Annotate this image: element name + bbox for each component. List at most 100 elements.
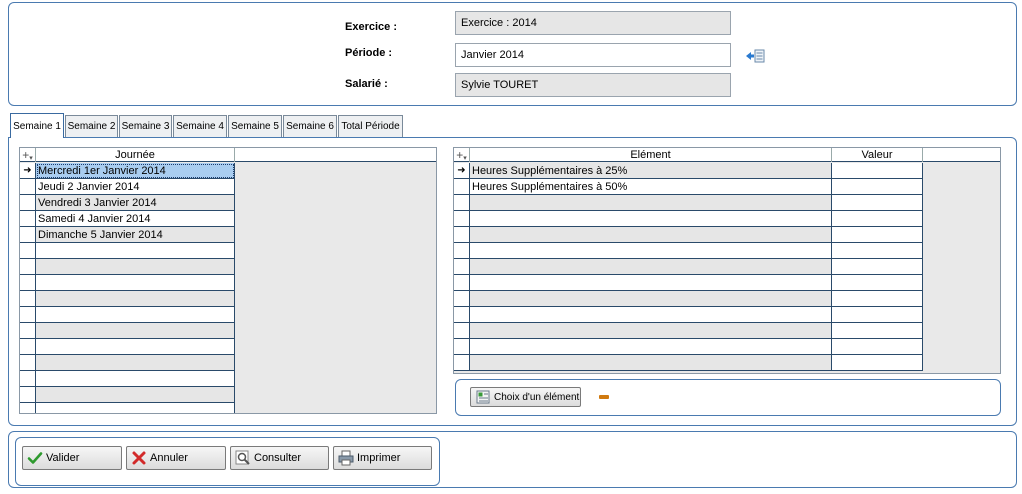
row-selector[interactable] [20, 275, 36, 291]
row-selector[interactable] [20, 387, 36, 403]
day-cell[interactable] [36, 355, 235, 371]
elements-grid[interactable]: + ▾ Elément Valeur ➜ Heures Supplémentaire… [453, 147, 1001, 374]
element-row[interactable] [454, 307, 923, 323]
tab-semaine-2[interactable]: Semaine 2 [65, 115, 118, 137]
row-selector[interactable] [20, 195, 36, 211]
row-selector[interactable] [20, 243, 36, 259]
element-row[interactable]: ➜ Heures Supplémentaires à 25% [454, 163, 923, 179]
day-row[interactable] [20, 339, 235, 355]
element-cell[interactable] [470, 211, 832, 227]
grid-options-icon[interactable]: + ▾ [454, 148, 470, 162]
day-cell[interactable]: Mercredi 1er Janvier 2014 [36, 163, 235, 179]
day-cell[interactable] [36, 339, 235, 355]
row-selector[interactable] [454, 339, 470, 355]
column-header-element[interactable]: Elément [470, 148, 832, 162]
element-cell[interactable] [470, 243, 832, 259]
row-selector[interactable] [20, 291, 36, 307]
day-cell[interactable] [36, 387, 235, 403]
valeur-cell[interactable] [832, 275, 923, 291]
valeur-cell[interactable] [832, 339, 923, 355]
day-row[interactable] [20, 355, 235, 371]
element-row[interactable] [454, 227, 923, 243]
element-cell[interactable] [470, 195, 832, 211]
day-cell[interactable]: Jeudi 2 Janvier 2014 [36, 179, 235, 195]
day-cell[interactable] [36, 371, 235, 387]
column-header-journee[interactable]: Journée [36, 148, 235, 162]
day-cell[interactable] [36, 291, 235, 307]
day-row[interactable] [20, 307, 235, 323]
row-selector[interactable] [454, 307, 470, 323]
row-selector[interactable] [454, 243, 470, 259]
valeur-cell[interactable] [832, 227, 923, 243]
tab-total-periode[interactable]: Total Période [338, 115, 403, 137]
day-row[interactable]: Samedi 4 Janvier 2014 [20, 211, 235, 227]
valeur-cell[interactable] [832, 259, 923, 275]
element-row[interactable] [454, 195, 923, 211]
day-row[interactable] [20, 275, 235, 291]
day-cell[interactable] [36, 275, 235, 291]
element-row[interactable] [454, 259, 923, 275]
row-selector[interactable] [454, 323, 470, 339]
row-selector[interactable] [20, 227, 36, 243]
element-row[interactable] [454, 211, 923, 227]
tab-semaine-3[interactable]: Semaine 3 [119, 115, 172, 137]
consulter-button[interactable]: Consulter [230, 446, 329, 470]
element-row[interactable] [454, 243, 923, 259]
row-selector[interactable] [454, 179, 470, 195]
element-row[interactable] [454, 275, 923, 291]
eraser-icon[interactable] [599, 395, 609, 399]
day-cell[interactable] [36, 307, 235, 323]
tab-semaine-1[interactable]: Semaine 1 [10, 113, 64, 138]
day-cell[interactable] [36, 259, 235, 275]
row-selector[interactable]: ➜ [20, 163, 36, 179]
valeur-cell[interactable] [832, 323, 923, 339]
tab-semaine-6[interactable]: Semaine 6 [283, 115, 337, 137]
periode-field[interactable]: Janvier 2014 [455, 43, 731, 67]
row-selector[interactable] [20, 403, 36, 413]
day-row[interactable]: ➜ Mercredi 1er Janvier 2014 [20, 163, 235, 179]
day-cell[interactable] [36, 323, 235, 339]
element-row[interactable] [454, 323, 923, 339]
day-row[interactable] [20, 403, 235, 413]
element-cell[interactable] [470, 339, 832, 355]
day-row[interactable] [20, 243, 235, 259]
element-cell[interactable] [470, 259, 832, 275]
row-selector[interactable] [454, 355, 470, 371]
valeur-cell[interactable] [832, 195, 923, 211]
imprimer-button[interactable]: Imprimer [333, 446, 432, 470]
day-cell[interactable]: Vendredi 3 Janvier 2014 [36, 195, 235, 211]
valeur-cell[interactable] [832, 179, 923, 195]
element-cell[interactable] [470, 307, 832, 323]
element-row[interactable]: Heures Supplémentaires à 50% [454, 179, 923, 195]
valeur-cell[interactable] [832, 307, 923, 323]
row-selector[interactable] [20, 259, 36, 275]
column-header-valeur[interactable]: Valeur [832, 148, 923, 162]
valider-button[interactable]: Valider [22, 446, 122, 470]
row-selector[interactable] [20, 307, 36, 323]
row-selector[interactable] [454, 259, 470, 275]
valeur-cell[interactable] [832, 163, 923, 179]
element-cell[interactable] [470, 355, 832, 371]
row-selector[interactable] [454, 195, 470, 211]
row-selector[interactable] [20, 323, 36, 339]
row-selector[interactable] [20, 355, 36, 371]
day-row[interactable] [20, 323, 235, 339]
element-row[interactable] [454, 339, 923, 355]
valeur-cell[interactable] [832, 243, 923, 259]
annuler-button[interactable]: Annuler [126, 446, 226, 470]
day-row[interactable] [20, 291, 235, 307]
element-cell[interactable] [470, 227, 832, 243]
day-row[interactable]: Vendredi 3 Janvier 2014 [20, 195, 235, 211]
row-selector[interactable] [20, 179, 36, 195]
element-cell[interactable]: Heures Supplémentaires à 25% [470, 163, 832, 179]
day-cell[interactable]: Dimanche 5 Janvier 2014 [36, 227, 235, 243]
day-row[interactable]: Dimanche 5 Janvier 2014 [20, 227, 235, 243]
row-selector[interactable]: ➜ [454, 163, 470, 179]
row-selector[interactable] [20, 339, 36, 355]
element-row[interactable] [454, 291, 923, 307]
day-cell[interactable]: Samedi 4 Janvier 2014 [36, 211, 235, 227]
valeur-cell[interactable] [832, 355, 923, 371]
element-cell[interactable]: Heures Supplémentaires à 50% [470, 179, 832, 195]
row-selector[interactable] [454, 211, 470, 227]
row-selector[interactable] [454, 227, 470, 243]
